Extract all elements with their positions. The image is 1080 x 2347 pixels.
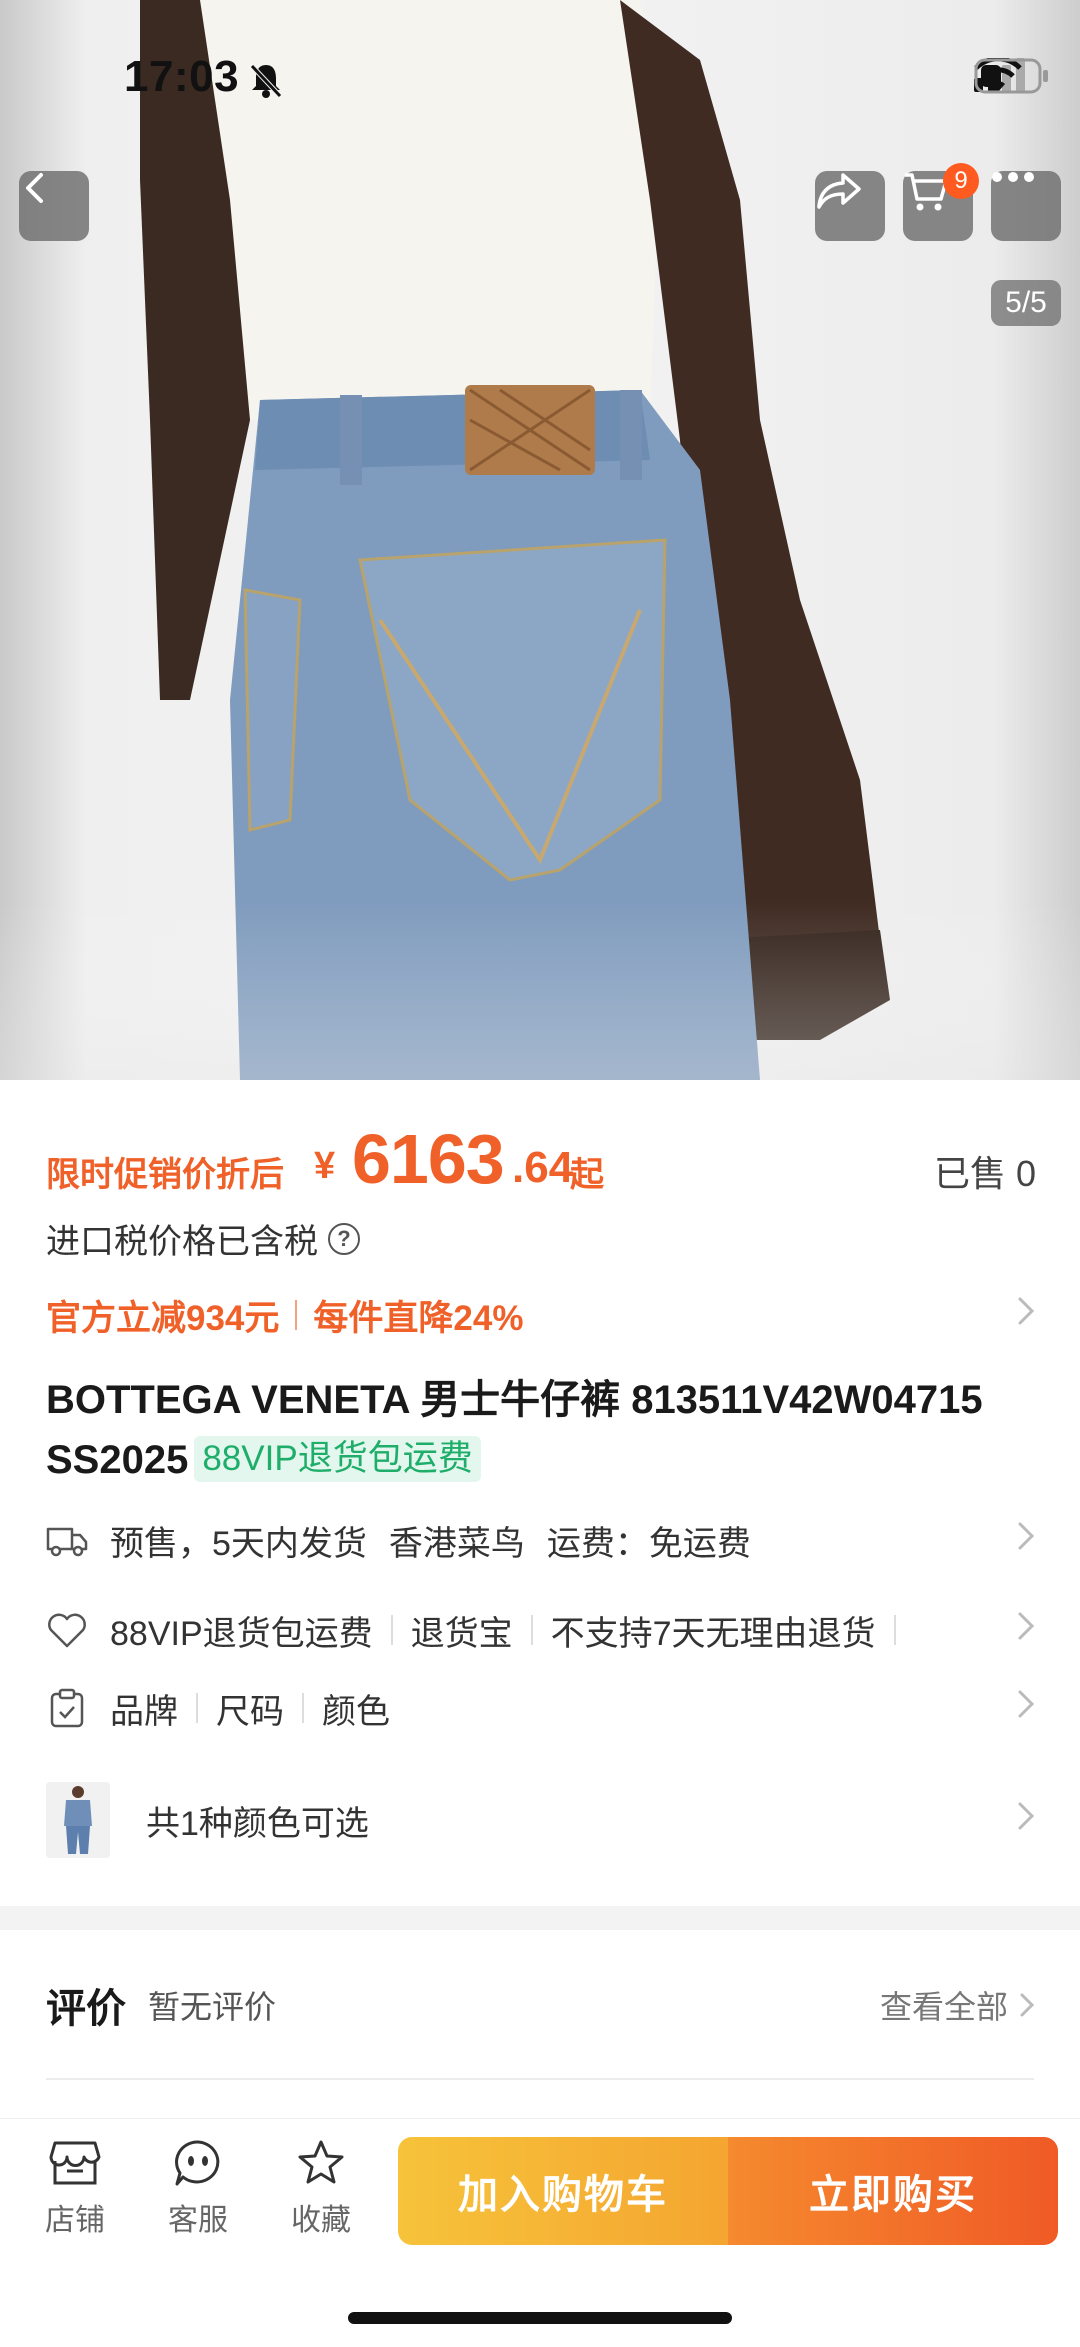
cart-count-badge: 9 [943, 163, 979, 199]
section-divider [0, 1906, 1080, 1930]
product-image-gallery[interactable]: 17:03 9 5/5 [0, 0, 1080, 1080]
price-integer: 6163 [352, 1120, 505, 1198]
separator [302, 1693, 304, 1723]
chevron-right-icon [1016, 1295, 1036, 1336]
customer-service-tab[interactable]: 客服 [153, 2139, 243, 2239]
promo-label: 限时促销价折后 [46, 1156, 284, 1194]
param-color: 颜色 [322, 1692, 390, 1731]
divider-line [46, 2078, 1034, 2080]
chevron-right-icon [1016, 1610, 1036, 1651]
param-size: 尺码 [216, 1692, 284, 1731]
favorite-tab[interactable]: 收藏 [276, 2139, 366, 2239]
shipping-fee: 运费：免运费 [546, 1524, 751, 1563]
services-row[interactable]: 88VIP退货包运费 退货宝 不支持7天无理由退货 [46, 1600, 1036, 1660]
color-options-row[interactable]: 共1种颜色可选 [46, 1780, 1036, 1860]
discount-second: 每件直降24% [313, 1298, 524, 1338]
shipping-origin: 香港菜鸟 [388, 1524, 525, 1563]
discount-separator [295, 1300, 298, 1330]
sold-count: 已售 0 [933, 1153, 1036, 1194]
tax-note[interactable]: 进口税价格已含税 ? [46, 1214, 360, 1263]
separator [530, 1615, 533, 1645]
store-tab[interactable]: 店铺 [30, 2139, 120, 2239]
color-thumbnail [46, 1782, 110, 1858]
status-time: 17:03 [124, 52, 240, 101]
param-brand: 品牌 [110, 1692, 178, 1731]
more-button[interactable] [991, 171, 1061, 241]
separator [893, 1615, 896, 1645]
share-icon [817, 173, 861, 209]
info-icon[interactable]: ? [328, 1222, 360, 1255]
shipping-presale: 预售，5天内发货 [110, 1524, 367, 1563]
store-icon [49, 2141, 101, 2185]
view-all-reviews-link[interactable]: 查看全部 [880, 1982, 1036, 2028]
chat-face-icon [175, 2140, 220, 2186]
customer-service-label: 客服 [168, 2204, 228, 2237]
chevron-left-icon [26, 173, 43, 203]
chevron-right-icon [1016, 1688, 1036, 1729]
chevron-right-icon [1016, 1800, 1036, 1841]
color-options-label: 共1种颜色可选 [146, 1804, 369, 1843]
share-button[interactable] [815, 171, 885, 241]
add-to-cart-button[interactable]: 加入购物车 [398, 2137, 728, 2245]
chevron-right-icon [1016, 1520, 1036, 1561]
params-row[interactable]: 品牌 尺码 颜色 [46, 1678, 1036, 1738]
separator [196, 1693, 198, 1723]
discount-row[interactable]: 官方立减934元 每件直降24% [46, 1290, 1036, 1340]
cart-icon [905, 173, 948, 211]
product-title: BOTTEGA VENETA 男士牛仔裤 813511V42W04715 SS2… [46, 1370, 1036, 1490]
back-button[interactable] [19, 171, 89, 241]
discount-first: 官方立减934元 [46, 1298, 280, 1338]
product-title-text: BOTTEGA VENETA 男士牛仔裤 813511V42W04715 SS2… [46, 1378, 983, 1482]
reviews-title: 评价 [46, 1987, 126, 2031]
service-vip-return: 88VIP退货包运费 [110, 1614, 373, 1653]
clipboard-icon [46, 1687, 88, 1729]
reviews-header: 评价 暂无评价 查看全部 [46, 1975, 1036, 2035]
price-suffix: 起 [570, 1156, 604, 1194]
price-currency: ¥ [314, 1145, 336, 1187]
favorite-label: 收藏 [291, 2204, 351, 2237]
home-indicator[interactable] [348, 2312, 732, 2324]
shipping-row[interactable]: 预售，5天内发货 香港菜鸟 运费：免运费 [46, 1510, 1036, 1570]
price-row: 限时促销价折后 ¥ 6163 .64 起 已售 0 [46, 1115, 1036, 1205]
tax-note-text: 进口税价格已含税 [46, 1223, 318, 1261]
truck-icon [46, 1519, 88, 1561]
reviews-empty: 暂无评价 [148, 1989, 277, 2025]
chevron-right-icon [1020, 1993, 1035, 2017]
separator [390, 1615, 393, 1645]
buy-now-button[interactable]: 立即购买 [728, 2137, 1058, 2245]
product-photo [0, 0, 1080, 1080]
service-return-insurance: 退货宝 [410, 1614, 513, 1653]
more-dots-icon [992, 172, 1034, 182]
service-no-7day-return: 不支持7天无理由退货 [550, 1614, 876, 1653]
status-bar: 17:03 [0, 0, 1080, 150]
store-label: 店铺 [45, 2204, 105, 2237]
cart-button[interactable]: 9 [903, 163, 979, 241]
star-icon [298, 2140, 344, 2184]
price-decimal: .64 [512, 1143, 574, 1192]
image-counter: 5/5 [991, 280, 1061, 326]
heart-shield-icon [46, 1609, 88, 1651]
vip-return-tag: 88VIP退货包运费 [194, 1436, 481, 1482]
view-all-label: 查看全部 [879, 1989, 1008, 2025]
